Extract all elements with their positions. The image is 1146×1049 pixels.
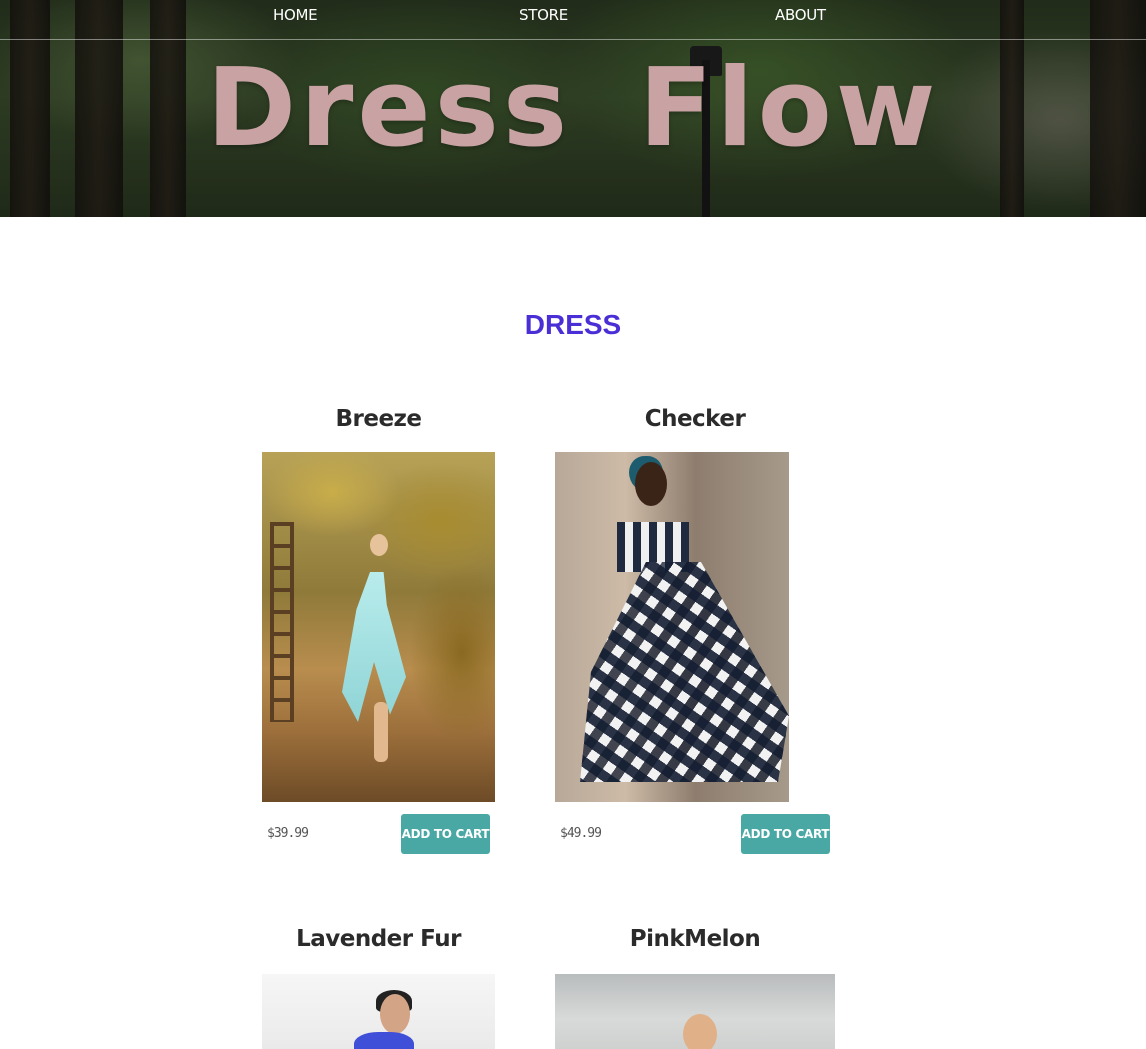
product-image[interactable] — [262, 452, 495, 802]
model-head — [635, 462, 667, 506]
model-legs — [374, 702, 388, 762]
section-title: DRESS — [524, 309, 622, 340]
add-to-cart-button[interactable]: ADD TO CART — [741, 814, 830, 854]
checker-skirt-shape — [580, 562, 789, 782]
nav-about-link[interactable]: ABOUT — [775, 6, 826, 24]
trellis-shape — [270, 522, 294, 722]
product-price: $39.99 — [267, 826, 309, 841]
top-nav: HOME STORE ABOUT — [0, 0, 1146, 40]
mint-dress-shape — [342, 572, 406, 722]
blue-fur-shape — [354, 1032, 414, 1049]
product-card-breeze: Breeze $39.99 ADD TO CART — [262, 406, 495, 856]
model-head — [683, 1014, 717, 1049]
brand-title: Dress Flow — [206, 46, 940, 171]
model-head — [370, 534, 388, 556]
product-image[interactable] — [555, 974, 835, 1049]
product-card-lavender-fur: Lavender Fur — [262, 926, 495, 1049]
product-image[interactable] — [262, 974, 495, 1049]
product-image[interactable] — [555, 452, 789, 802]
product-title: Breeze — [335, 406, 422, 432]
product-title: Lavender Fur — [296, 926, 461, 952]
hero-banner: HOME STORE ABOUT Dress Flow — [0, 0, 1146, 217]
product-card-checker: Checker $49.99 ADD TO CART — [555, 406, 835, 856]
model-head — [380, 994, 410, 1034]
breeze-dress-photo — [262, 452, 495, 802]
product-title: Checker — [644, 406, 746, 432]
pinkmelon-photo — [555, 974, 835, 1049]
nav-store-link[interactable]: STORE — [519, 6, 568, 24]
lavender-fur-photo — [262, 974, 495, 1049]
product-price: $49.99 — [560, 826, 602, 841]
product-card-pinkmelon: PinkMelon — [555, 926, 835, 1049]
nav-home-link[interactable]: HOME — [273, 6, 318, 24]
product-title: PinkMelon — [629, 926, 761, 952]
checker-dress-photo — [555, 452, 789, 802]
add-to-cart-button[interactable]: ADD TO CART — [401, 814, 490, 854]
